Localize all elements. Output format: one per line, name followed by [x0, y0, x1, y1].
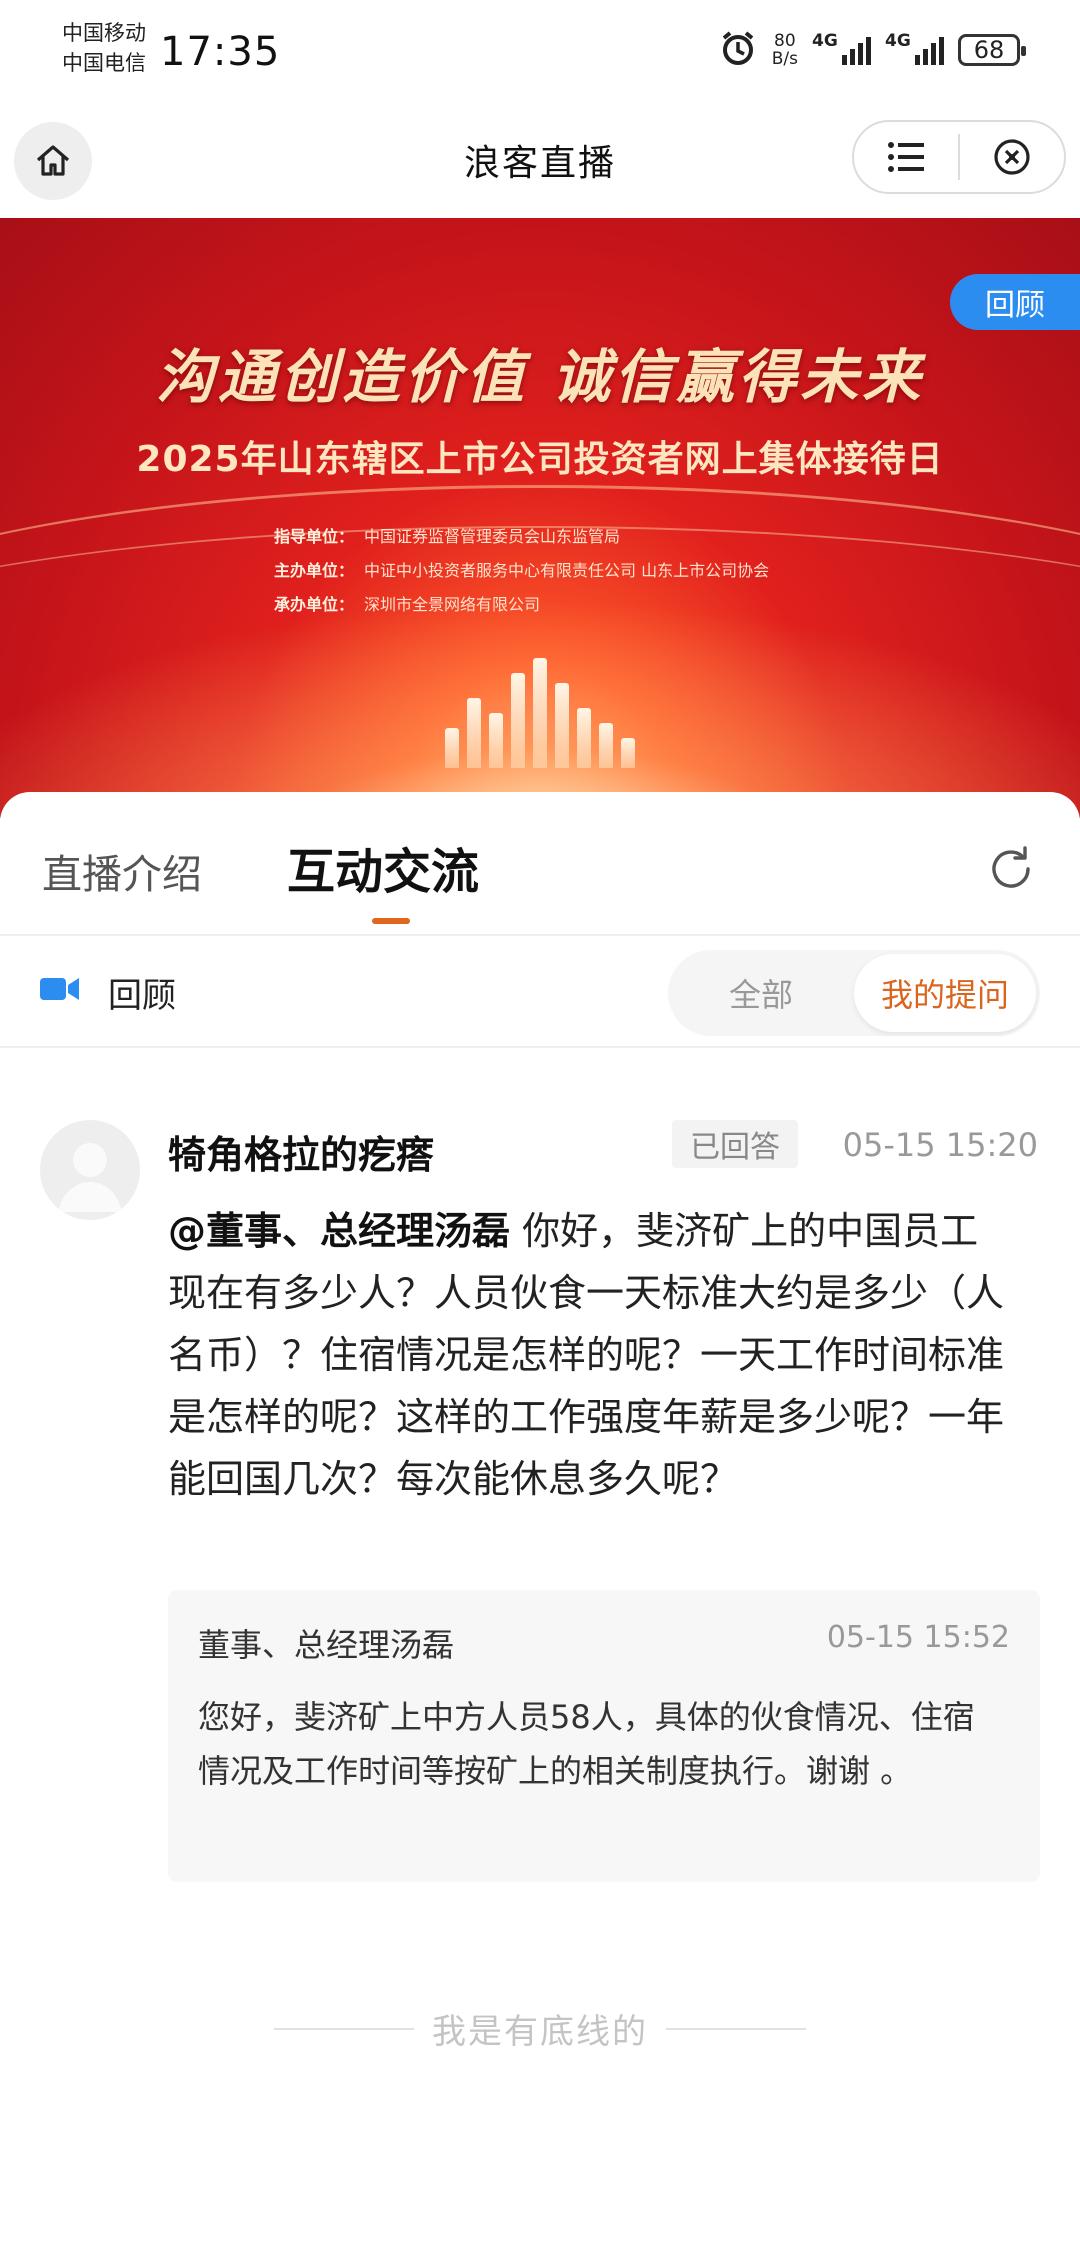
- nav-bar: 浪客直播: [0, 112, 1080, 212]
- status-badge: 已回答: [672, 1120, 798, 1168]
- divider-line: [274, 2027, 414, 2030]
- net-speed-unit: B/s: [771, 49, 798, 69]
- tab-interact[interactable]: 互动交流: [287, 832, 479, 902]
- answer-text: 您好，斐济矿上中方人员58人，具体的伙食情况、住宿情况及工作时间等按矿上的相关制…: [198, 1698, 975, 1790]
- mini-program-capsule: [852, 120, 1066, 194]
- close-button[interactable]: [960, 122, 1064, 192]
- question-filter-toggle: 全部 我的提问: [668, 950, 1040, 1036]
- carrier-2: 中国电信: [62, 51, 146, 75]
- net-speed-value: 80: [774, 31, 796, 51]
- refresh-button[interactable]: [984, 842, 1038, 896]
- banner-slogan: 沟通创造价值 诚信赢得未来: [155, 343, 925, 411]
- battery-level: 68: [973, 36, 1005, 64]
- event-banner[interactable]: 沟通创造价值 诚信赢得未来 2025年山东辖区上市公司投资者网上集体接待日 指导…: [0, 218, 1080, 818]
- list-menu-icon: [888, 142, 924, 172]
- end-of-list-indicator: 我是有底线的: [0, 2004, 1080, 2053]
- carrier-info: 中国移动 中国电信: [62, 18, 146, 78]
- active-tab-indicator: [372, 918, 410, 924]
- question-timestamp: 05-15 15:20: [842, 1126, 1038, 1164]
- question-username: 犄角格拉的疙瘩: [168, 1133, 435, 1177]
- status-time: 17:35: [160, 29, 281, 75]
- status-bar: 中国移动 中国电信 17:35 80 B/s 4G 4G 68: [0, 0, 1080, 104]
- banner-title: 2025年山东辖区上市公司投资者网上集体接待日: [136, 439, 944, 480]
- signal-2-label: 4G: [885, 31, 911, 51]
- tab-bar: 直播介绍 互动交流: [0, 792, 1080, 936]
- replay-tag[interactable]: 回顾: [950, 274, 1080, 330]
- filter-all-button[interactable]: 全部: [668, 950, 854, 1036]
- filter-row: 回顾 全部 我的提问: [0, 938, 1080, 1048]
- organizer-line: 承办单位： 深圳市全景网络有限公司: [274, 595, 541, 614]
- answer-card: 董事、总经理汤磊 05-15 15:52 您好，斐济矿上中方人员58人，具体的伙…: [168, 1590, 1040, 1882]
- alarm-icon: [718, 28, 758, 72]
- avatar[interactable]: [40, 1120, 140, 1220]
- menu-button[interactable]: [854, 122, 958, 192]
- video-camera-icon: [40, 974, 80, 1008]
- carrier-1: 中国移动: [62, 21, 146, 45]
- filter-my-questions-button[interactable]: 我的提问: [854, 954, 1036, 1032]
- organizer-line: 指导单位： 中国证券监督管理委员会山东监管局: [274, 527, 621, 546]
- city-skyline-graphic: [410, 648, 670, 768]
- end-of-list-text: 我是有底线的: [432, 2012, 648, 2052]
- replay-label[interactable]: 回顾: [108, 968, 176, 1017]
- default-avatar-icon: [58, 1143, 122, 1212]
- signal-1-icon: 4G: [812, 31, 871, 65]
- divider-line: [666, 2027, 806, 2030]
- signal-2-icon: 4G: [885, 31, 944, 65]
- refresh-icon: [992, 846, 1030, 888]
- signal-1-label: 4G: [812, 31, 838, 51]
- close-circle-icon: [994, 139, 1030, 175]
- question-mention[interactable]: @董事、总经理汤磊: [168, 1209, 510, 1253]
- answer-author: 董事、总经理汤磊: [198, 1626, 455, 1664]
- organizer-line: 主办单位： 中证中小投资者服务中心有限责任公司 山东上市公司协会: [274, 561, 770, 580]
- banner-organizers: 指导单位： 中国证券监督管理委员会山东监管局 主办单位： 中证中小投资者服务中心有限…: [274, 520, 769, 622]
- net-speed: 80 B/s: [772, 32, 798, 68]
- status-icons: 80 B/s 4G 4G 68: [718, 28, 1026, 72]
- battery-icon: 68: [958, 34, 1026, 66]
- answer-timestamp: 05-15 15:52: [826, 1620, 1010, 1655]
- question-text: @董事、总经理汤磊 你好，斐济矿上的中国员工现在有多少人？人员伙食一天标准大约是…: [168, 1200, 1008, 1510]
- tab-intro[interactable]: 直播介绍: [42, 842, 202, 900]
